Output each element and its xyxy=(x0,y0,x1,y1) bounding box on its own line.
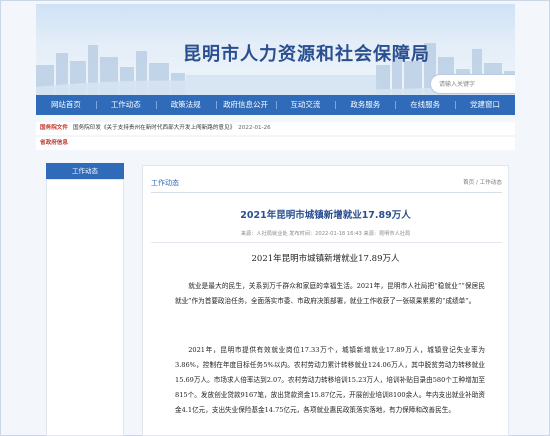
article-paragraph-1: 就业是最大的民生，关系到万千群众和家庭的幸福生活。2021年，昆明市人社局把“稳… xyxy=(175,282,485,305)
province-ticker: 省政府信息 xyxy=(36,137,515,150)
nav-item-gov-info[interactable]: 政府信息公开 xyxy=(215,95,276,115)
sidebar-panel xyxy=(46,179,124,436)
article-subtitle: 2021年昆明市城镇新增就业17.89万人 xyxy=(251,254,400,264)
nav-item-policies[interactable]: 政策法规 xyxy=(155,95,216,115)
nav-item-interaction[interactable]: 互动交流 xyxy=(275,95,336,115)
article-panel: 工作动态 首页 / 工作动态 2021年昆明市城镇新增就业17.89万人 来源：… xyxy=(142,165,509,436)
nav-item-gov-services[interactable]: 政务服务 xyxy=(335,95,395,115)
nav-item-work-news[interactable]: 工作动态 xyxy=(95,95,156,115)
header-banner: 昆明市人力资源和社会保障局 xyxy=(36,4,515,95)
divider xyxy=(151,192,502,193)
search-box xyxy=(430,74,515,94)
divider xyxy=(151,242,502,243)
main-nav: 网站首页 工作动态 政策法规 政府信息公开 互动交流 政务服务 在线服务 党建窗… xyxy=(36,95,515,115)
nav-item-home[interactable]: 网站首页 xyxy=(36,95,96,115)
ticker-link[interactable]: 国务院印发《关于支持贵州在新时代西部大开发上闯新路的意见》 xyxy=(73,125,235,131)
article-meta: 来源：人社局就业处 发布时间：2022-01-18 16:43 来源：昆明市人社… xyxy=(240,231,411,237)
breadcrumb[interactable]: 首页 / 工作动态 xyxy=(463,178,502,186)
article-title: 2021年昆明市城镇新增就业17.89万人 xyxy=(240,210,411,221)
state-council-ticker: 国务院文件 国务院印发《关于支持贵州在新时代西部大开发上闯新路的意见》 2022-0… xyxy=(36,122,515,135)
content-area: 工作动态 工作动态 首页 / 工作动态 2021年昆明市城镇新增就业17.89万… xyxy=(36,155,515,436)
search-input[interactable] xyxy=(439,78,515,91)
ticker-date: 2022-01-26 xyxy=(238,125,271,131)
site-title: 昆明市人力资源和社会保障局 xyxy=(183,44,430,65)
nav-item-party-window[interactable]: 党建窗口 xyxy=(455,95,515,115)
sidebar-tab-work-news[interactable]: 工作动态 xyxy=(46,163,124,179)
article-paragraph-2: 2021年，昆明市提供有效就业岗位17.33万个，城镇新增就业17.89万人，城… xyxy=(175,346,485,414)
nav-item-online-services[interactable]: 在线服务 xyxy=(395,95,455,115)
ticker-tag: 国务院文件 xyxy=(40,125,68,131)
ticker-tag: 省政府信息 xyxy=(40,140,68,146)
section-title: 工作动态 xyxy=(151,179,179,187)
